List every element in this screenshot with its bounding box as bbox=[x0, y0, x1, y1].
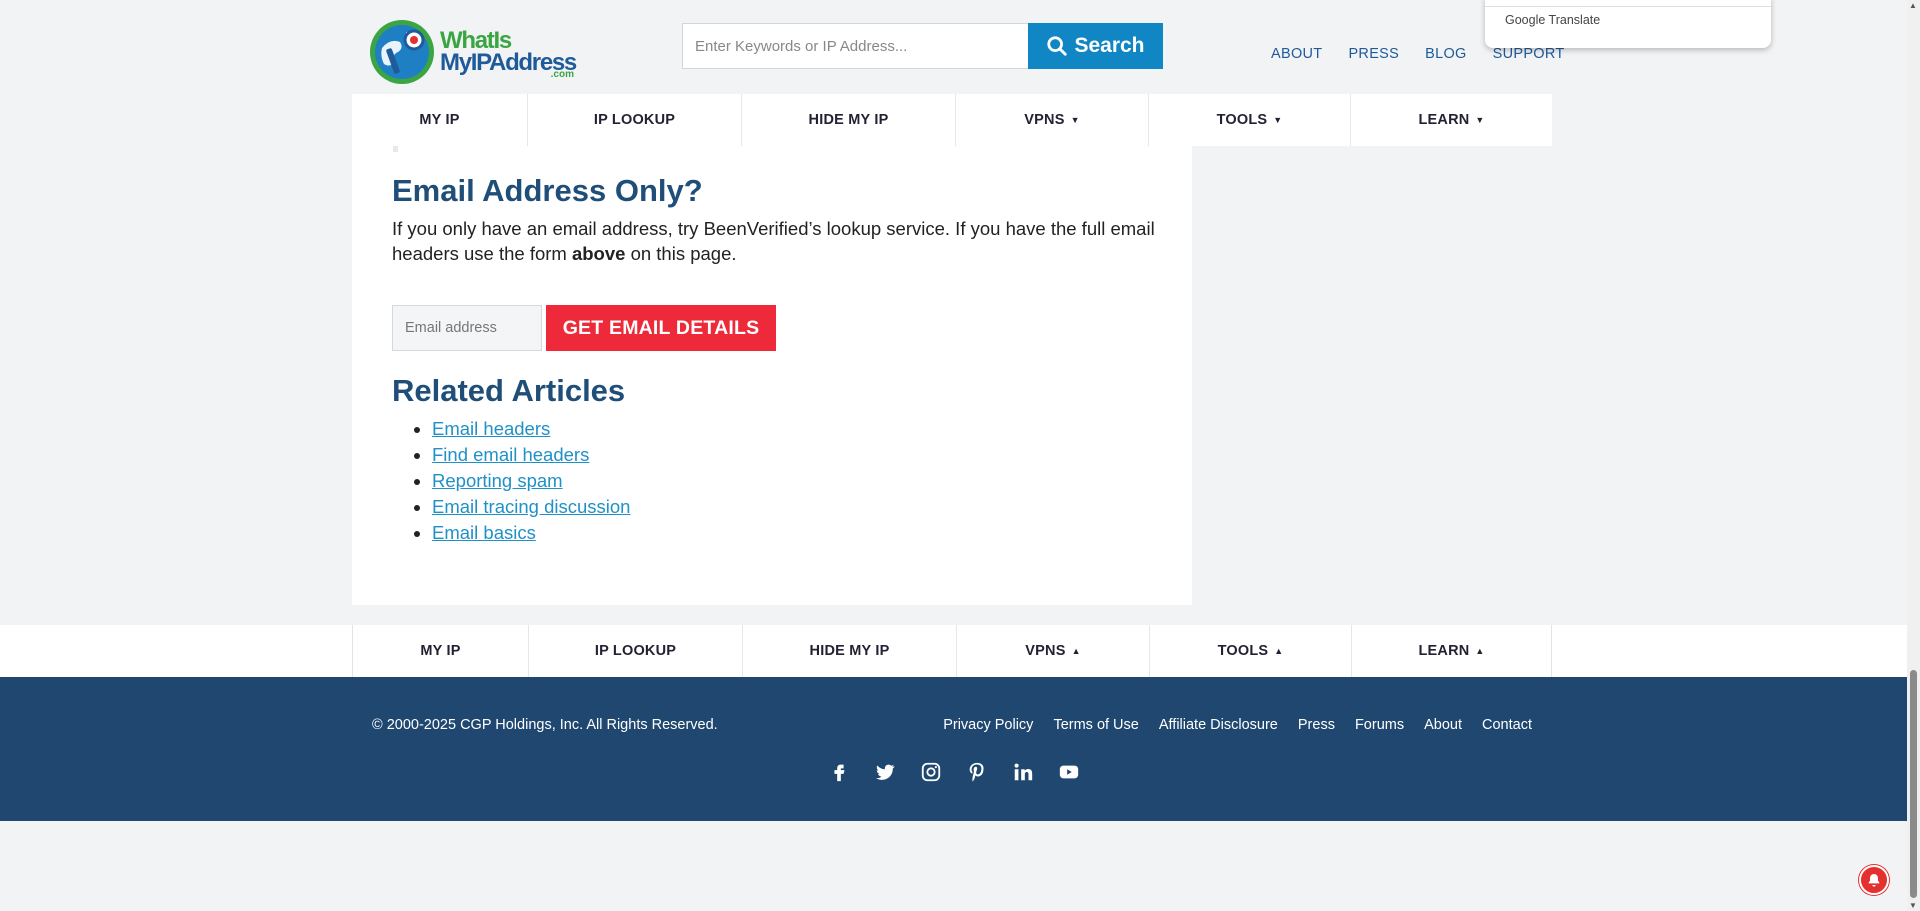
site-footer: © 2000-2025 CGP Holdings, Inc. All Right… bbox=[0, 677, 1907, 821]
scroll-up-arrow-icon[interactable]: ▲ bbox=[1909, 1, 1917, 10]
footer-nav-hide-my-ip[interactable]: HIDE MY IP bbox=[743, 625, 957, 677]
top-link-about[interactable]: ABOUT bbox=[1271, 46, 1322, 62]
list-item: Email basics bbox=[432, 520, 630, 546]
nav-label: IP LOOKUP bbox=[593, 112, 676, 128]
caret-down-icon: ▼ bbox=[1070, 115, 1080, 125]
instagram-icon[interactable] bbox=[918, 759, 944, 785]
nav-vpns[interactable]: VPNS ▼ bbox=[956, 94, 1149, 146]
nav-label: HIDE MY IP bbox=[808, 112, 889, 128]
caret-up-icon: ▲ bbox=[1475, 646, 1485, 656]
nav-hide-my-ip[interactable]: HIDE MY IP bbox=[742, 94, 956, 146]
nav-tools[interactable]: TOOLS ▼ bbox=[1149, 94, 1351, 146]
related-articles-list: Email headers Find email headers Reporti… bbox=[432, 416, 630, 546]
nav-label: LEARN bbox=[1418, 112, 1470, 128]
nav-label: TOOLS bbox=[1217, 643, 1269, 659]
footer-nav-learn[interactable]: LEARN ▲ bbox=[1352, 625, 1551, 677]
google-translate-label: Google Translate bbox=[1505, 13, 1601, 27]
globe-logo-icon bbox=[370, 20, 434, 84]
top-links: ABOUT PRESS BLOG SUPPORT bbox=[1271, 46, 1565, 62]
list-item: Email tracing discussion bbox=[432, 494, 630, 520]
list-item: Find email headers bbox=[432, 442, 630, 468]
search-input[interactable] bbox=[682, 23, 1028, 69]
footer-link-about[interactable]: About bbox=[1424, 717, 1462, 733]
nav-my-ip[interactable]: MY IP bbox=[352, 94, 528, 146]
list-item: Reporting spam bbox=[432, 468, 630, 494]
google-translate-widget[interactable]: Google Translate bbox=[1485, 0, 1771, 48]
youtube-icon[interactable] bbox=[1056, 759, 1082, 785]
scrollbar-thumb[interactable] bbox=[1910, 670, 1917, 898]
google-translate-divider bbox=[1485, 6, 1771, 7]
related-link-email-basics[interactable]: Email basics bbox=[432, 522, 536, 543]
footer-nav-my-ip[interactable]: MY IP bbox=[353, 625, 529, 677]
linkedin-icon[interactable] bbox=[1010, 759, 1036, 785]
main-nav: MY IP IP LOOKUP HIDE MY IP VPNS ▼ TOOLS … bbox=[352, 94, 1552, 146]
footer-nav-tools[interactable]: TOOLS ▲ bbox=[1150, 625, 1352, 677]
caret-down-icon: ▼ bbox=[1475, 115, 1485, 125]
nav-label: MY IP bbox=[420, 643, 461, 659]
caret-up-icon: ▲ bbox=[1071, 646, 1081, 656]
copyright-text: © 2000-2025 CGP Holdings, Inc. All Right… bbox=[372, 717, 718, 733]
list-item: Email headers bbox=[432, 416, 630, 442]
social-links bbox=[826, 759, 1082, 785]
nav-label: VPNS bbox=[1025, 643, 1066, 659]
footer-links: Privacy Policy Terms of Use Affiliate Di… bbox=[943, 717, 1532, 733]
page-scrollbar[interactable]: ▲ ▼ bbox=[1907, 0, 1920, 911]
site-logo[interactable]: WhatIs MyIPAddress .com bbox=[368, 16, 578, 88]
search-button-label: Search bbox=[1074, 34, 1145, 57]
logo-dotcom: .com bbox=[550, 69, 574, 80]
related-link-reporting-spam[interactable]: Reporting spam bbox=[432, 470, 563, 491]
search-button[interactable]: Search bbox=[1028, 23, 1163, 69]
related-link-email-tracing[interactable]: Email tracing discussion bbox=[432, 496, 630, 517]
nav-ip-lookup[interactable]: IP LOOKUP bbox=[528, 94, 742, 146]
email-text-bold: above bbox=[571, 243, 626, 264]
email-only-heading: Email Address Only? bbox=[392, 173, 703, 208]
footer-link-contact[interactable]: Contact bbox=[1482, 717, 1532, 733]
footer-nav-vpns[interactable]: VPNS ▲ bbox=[957, 625, 1150, 677]
footer-link-press[interactable]: Press bbox=[1298, 717, 1335, 733]
notification-bell-icon[interactable] bbox=[1859, 865, 1889, 895]
email-text-part-2: on this page. bbox=[625, 243, 737, 264]
get-email-details-button[interactable]: GET EMAIL DETAILS bbox=[546, 305, 776, 351]
email-only-text: If you only have an email address, try B… bbox=[392, 216, 1172, 266]
footer-nav-ip-lookup[interactable]: IP LOOKUP bbox=[529, 625, 743, 677]
nav-label: LEARN bbox=[1418, 643, 1470, 659]
logo-wordmark: WhatIs MyIPAddress .com bbox=[440, 29, 577, 81]
footer-nav: MY IP IP LOOKUP HIDE MY IP VPNS ▲ TOOLS … bbox=[352, 625, 1552, 677]
top-link-support[interactable]: SUPPORT bbox=[1493, 46, 1565, 62]
pinterest-icon[interactable] bbox=[964, 759, 990, 785]
scroll-down-arrow-icon[interactable]: ▼ bbox=[1909, 901, 1917, 910]
nav-label: TOOLS bbox=[1216, 112, 1268, 128]
nav-learn[interactable]: LEARN ▼ bbox=[1351, 94, 1552, 146]
email-text-part-1: If you only have an email address, try B… bbox=[392, 218, 1155, 264]
top-link-press[interactable]: PRESS bbox=[1348, 46, 1399, 62]
caret-down-icon: ▼ bbox=[1273, 115, 1283, 125]
related-link-email-headers[interactable]: Email headers bbox=[432, 418, 550, 439]
facebook-icon[interactable] bbox=[826, 759, 852, 785]
footer-link-affiliate-disclosure[interactable]: Affiliate Disclosure bbox=[1159, 717, 1278, 733]
footer-link-forums[interactable]: Forums bbox=[1355, 717, 1404, 733]
footer-link-terms-of-use[interactable]: Terms of Use bbox=[1053, 717, 1138, 733]
twitter-icon[interactable] bbox=[872, 759, 898, 785]
email-lookup-form: GET EMAIL DETAILS bbox=[392, 305, 776, 351]
nav-label: IP LOOKUP bbox=[594, 643, 677, 659]
nav-label: HIDE MY IP bbox=[809, 643, 890, 659]
related-articles-heading: Related Articles bbox=[392, 373, 626, 408]
search-icon bbox=[1047, 36, 1068, 56]
email-address-input[interactable] bbox=[392, 305, 542, 351]
nav-label: MY IP bbox=[419, 112, 460, 128]
main-content: Email Address Only? If you only have an … bbox=[352, 146, 1192, 605]
caret-up-icon: ▲ bbox=[1274, 646, 1284, 656]
footer-link-privacy-policy[interactable]: Privacy Policy bbox=[943, 717, 1033, 733]
search-bar: Search bbox=[682, 23, 1163, 69]
top-link-blog[interactable]: BLOG bbox=[1425, 46, 1467, 62]
content-marker bbox=[393, 146, 398, 152]
nav-label: VPNS bbox=[1024, 112, 1065, 128]
related-link-find-email-headers[interactable]: Find email headers bbox=[432, 444, 589, 465]
